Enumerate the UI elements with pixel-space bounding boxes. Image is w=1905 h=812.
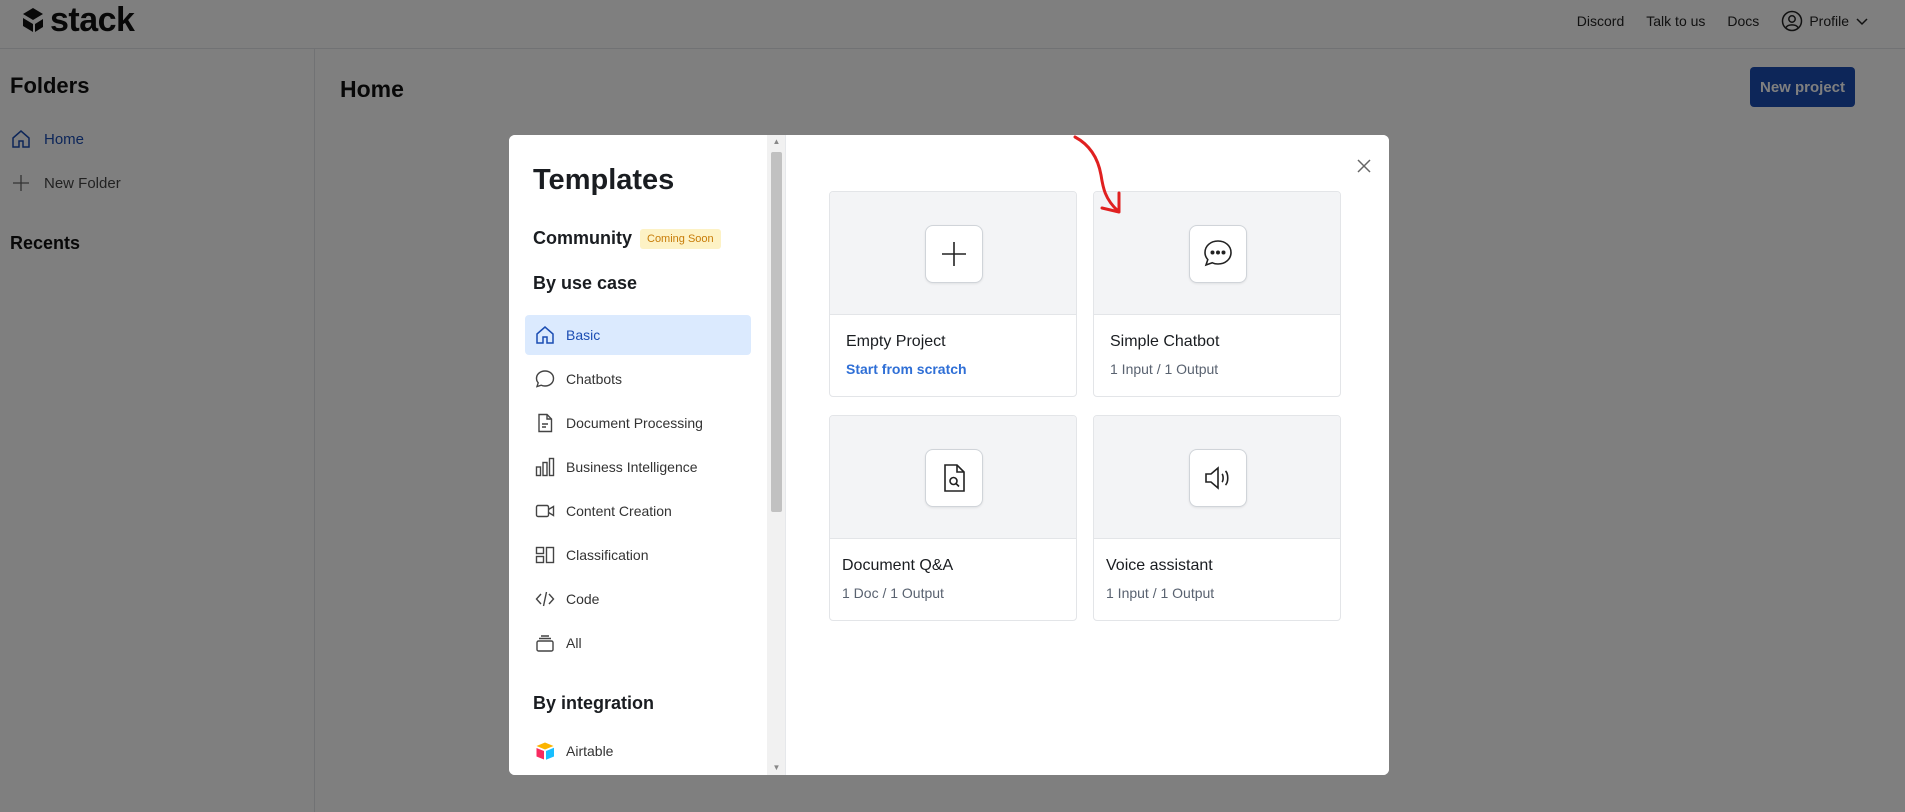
card-preview (830, 192, 1076, 315)
card-subtitle: 1 Doc / 1 Output (842, 585, 944, 601)
annotation-arrow-icon (1073, 135, 1121, 214)
airtable-icon (536, 742, 554, 760)
category-code[interactable]: Code (525, 579, 751, 619)
card-title: Simple Chatbot (1110, 333, 1220, 350)
category-business-intelligence[interactable]: Business Intelligence (525, 447, 751, 487)
category-label: Code (566, 591, 600, 607)
card-subtitle: 1 Input / 1 Output (1106, 585, 1215, 601)
scroll-down-arrow[interactable]: ▼ (771, 763, 782, 773)
integration-label: Airtable (566, 743, 614, 759)
card-title: Voice assistant (1106, 557, 1213, 574)
card-icon-box (925, 449, 983, 507)
plus-icon (942, 242, 966, 266)
category-label: Content Creation (566, 503, 672, 519)
document-search-icon (944, 464, 965, 492)
chat-bubble-icon (1204, 240, 1232, 267)
home-icon (536, 326, 554, 344)
stack-icon (536, 635, 554, 652)
category-label: Chatbots (566, 371, 623, 387)
category-classification[interactable]: Classification (525, 535, 751, 575)
template-card-simple-chatbot[interactable]: Simple Chatbot 1 Input / 1 Output (1093, 191, 1341, 397)
category-label: All (566, 635, 582, 651)
category-label: Basic (566, 327, 601, 343)
chat-bubble-icon (535, 370, 555, 388)
card-title: Empty Project (846, 333, 946, 350)
card-icon-box (1189, 449, 1247, 507)
templates-modal: Templates Community Coming Soon By use c… (509, 135, 1389, 775)
speaker-icon (1205, 466, 1229, 490)
code-icon (535, 591, 555, 607)
card-preview (1094, 416, 1340, 539)
close-modal-button[interactable] (1351, 153, 1377, 179)
category-label: Business Intelligence (566, 459, 698, 475)
scrollbar-thumb[interactable] (771, 152, 782, 512)
by-integration-heading: By integration (533, 693, 655, 713)
category-label: Document Processing (566, 415, 703, 431)
video-camera-icon (535, 504, 555, 518)
community-label: Community (533, 228, 632, 248)
card-preview (1094, 192, 1340, 315)
start-from-scratch-link[interactable]: Start from scratch (846, 361, 967, 377)
template-card-voice-assistant[interactable]: Voice assistant 1 Input / 1 Output (1093, 415, 1341, 621)
close-icon (1357, 159, 1371, 173)
bar-chart-icon (535, 457, 555, 477)
coming-soon-badge: Coming Soon (640, 228, 721, 249)
category-all[interactable]: All (525, 623, 751, 663)
scroll-up-arrow[interactable]: ▲ (771, 137, 782, 147)
card-icon-box (925, 225, 983, 283)
document-icon (538, 413, 553, 433)
classification-icon (535, 546, 555, 564)
card-icon-box (1189, 225, 1247, 283)
category-content-creation[interactable]: Content Creation (525, 491, 751, 531)
category-basic[interactable]: Basic (525, 315, 751, 355)
category-label: Classification (566, 547, 649, 563)
card-preview (830, 416, 1076, 539)
card-subtitle: 1 Input / 1 Output (1110, 361, 1219, 377)
template-card-document-qa[interactable]: Document Q&A 1 Doc / 1 Output (829, 415, 1077, 621)
category-chatbots[interactable]: Chatbots (525, 359, 751, 399)
integration-airtable[interactable]: Airtable (525, 731, 751, 771)
by-use-case-heading: By use case (533, 273, 638, 293)
templates-title: Templates (533, 164, 675, 196)
community-section: Community Coming Soon (533, 228, 721, 249)
template-card-empty-project[interactable]: Empty Project Start from scratch (829, 191, 1077, 397)
categories-scrollbar[interactable]: ▲ ▼ (767, 135, 785, 775)
card-title: Document Q&A (842, 557, 954, 574)
category-document-processing[interactable]: Document Processing (525, 403, 751, 443)
template-categories-panel: Templates Community Coming Soon By use c… (509, 135, 786, 775)
templates-grid-panel: Empty Project Start from scratch Simple … (786, 135, 1389, 775)
